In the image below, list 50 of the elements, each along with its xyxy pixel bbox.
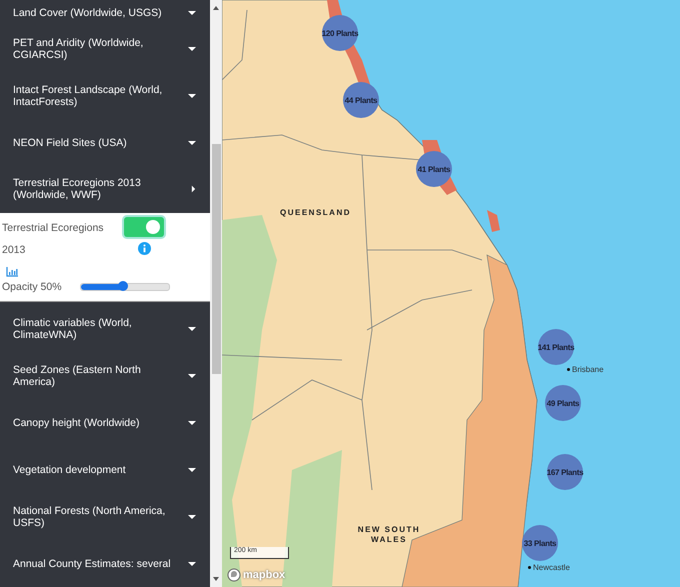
layer-item[interactable]: National Forests (North America, USFS) bbox=[0, 493, 210, 540]
layer-item[interactable]: Land Cover (Worldwide, USGS) bbox=[0, 0, 210, 26]
layer-name: Land Cover (Worldwide, USGS) bbox=[13, 6, 162, 19]
scroll-down-icon[interactable] bbox=[213, 577, 219, 581]
caret-down-icon bbox=[188, 10, 196, 16]
layer-name: Vegetation development bbox=[13, 464, 126, 476]
caret-right-icon bbox=[191, 185, 196, 194]
layer-item[interactable]: NEON Field Sites (USA) bbox=[0, 119, 210, 166]
opacity-label: Opacity 50% bbox=[2, 280, 62, 293]
scrollbar[interactable] bbox=[210, 0, 222, 587]
city-dot-icon bbox=[567, 368, 570, 371]
caret-down-icon bbox=[188, 420, 196, 426]
caret-down-icon bbox=[188, 46, 196, 52]
layer-item[interactable]: Vegetation development bbox=[0, 446, 210, 494]
layer-title: Terrestrial Ecoregions 2013 bbox=[2, 220, 105, 258]
city-label: Newcastle bbox=[533, 563, 570, 572]
caret-down-icon bbox=[188, 560, 196, 567]
layer-name: PET and Aridity (Worldwide, CGIARCSI) bbox=[13, 36, 144, 61]
layer-item[interactable]: Intact Forest Landscape (World, IntactForests) bbox=[0, 72, 210, 120]
city-dot-icon bbox=[528, 566, 531, 569]
layer-name: National Forests (North America, USFS) bbox=[13, 504, 166, 529]
caret-down-icon bbox=[188, 140, 196, 146]
map-logo-text: mapbox bbox=[243, 569, 286, 581]
scrollbar-thumb[interactable] bbox=[212, 144, 220, 374]
caret-down-icon bbox=[188, 326, 196, 332]
caret-down-icon bbox=[188, 373, 196, 380]
layer-name: Climatic variables (World, ClimateWNA) bbox=[13, 317, 133, 342]
layer-name: Terrestrial Ecoregions 2013 (Worldwide, WWF) bbox=[13, 177, 142, 202]
layer-toggle[interactable] bbox=[124, 216, 164, 237]
layer-item[interactable]: Climatic variables (World, ClimateWNA) bbox=[0, 306, 210, 353]
layer-item[interactable]: Terrestrial Ecoregions 2013 (Worldwide, WWF) bbox=[0, 166, 210, 213]
city-label: Brisbane bbox=[572, 365, 604, 374]
region-label: QUEENSLAND bbox=[280, 208, 350, 218]
layer-name: Intact Forest Landscape (World, IntactForests) bbox=[13, 84, 164, 108]
caret-down-icon bbox=[188, 466, 196, 473]
opacity-slider[interactable] bbox=[80, 282, 170, 291]
caret-down-icon bbox=[188, 514, 196, 520]
layer-item[interactable]: PET and Aridity (Worldwide, CGIARCSI) bbox=[0, 25, 210, 72]
info-icon[interactable] bbox=[138, 242, 150, 255]
layer-item[interactable]: Canopy height (Worldwide) bbox=[0, 400, 210, 446]
bar-chart-icon[interactable] bbox=[6, 266, 18, 277]
region-label: NEW SOUTH WALES bbox=[356, 525, 422, 544]
layer-name: Annual County Estimates: several bbox=[13, 558, 171, 570]
layer-item[interactable]: Annual County Estimates: several bbox=[0, 540, 210, 587]
layer-name: NEON Field Sites (USA) bbox=[13, 136, 127, 149]
layer-item[interactable]: Seed Zones (Eastern North America) bbox=[0, 352, 210, 400]
caret-down-icon bbox=[188, 92, 196, 99]
layer-name: Canopy height (Worldwide) bbox=[13, 416, 140, 429]
layer-name: Seed Zones (Eastern North America) bbox=[13, 364, 142, 388]
scroll-up-icon[interactable] bbox=[213, 6, 219, 10]
